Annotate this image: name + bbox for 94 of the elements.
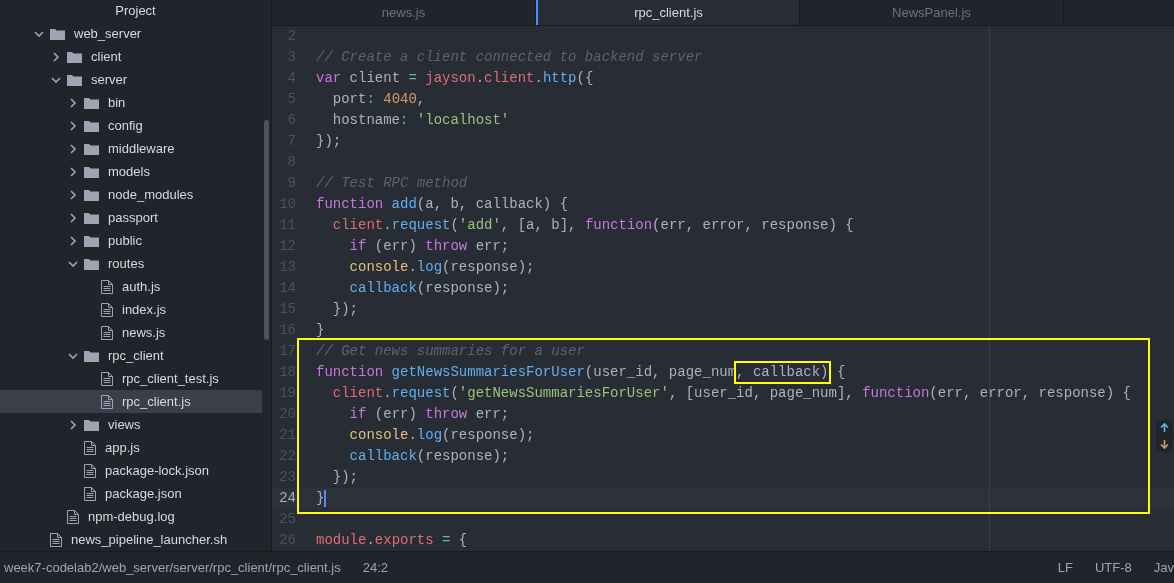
file-icon — [101, 302, 113, 317]
scroll-marker-icon[interactable] — [1156, 419, 1173, 453]
file-icon — [67, 509, 79, 524]
file-icon — [84, 440, 96, 455]
file-icon — [84, 463, 96, 478]
tree-item[interactable]: passport — [0, 206, 262, 229]
folder-icon — [84, 165, 99, 178]
code-line: // Test RPC method — [316, 174, 468, 193]
chevron-right-icon[interactable] — [68, 97, 78, 108]
tree-item[interactable]: news.js — [0, 321, 262, 344]
code-line: { — [835, 363, 846, 382]
code-line: }); — [331, 468, 358, 487]
file-icon — [101, 394, 113, 409]
folder-icon — [84, 418, 99, 431]
chevron-right-icon[interactable] — [68, 235, 78, 246]
tree-item[interactable]: bin — [0, 91, 262, 114]
tree-item[interactable]: rpc_client — [0, 344, 262, 367]
code-line: hostname: 'localhost' — [331, 111, 510, 130]
folder-icon — [84, 188, 99, 201]
code-line: }); — [331, 300, 358, 319]
chevron-right-icon[interactable] — [68, 419, 78, 430]
chevron-down-icon[interactable] — [68, 350, 78, 361]
folder-icon — [84, 257, 99, 270]
chevron-right-icon[interactable] — [68, 189, 78, 200]
tree-item[interactable]: server — [0, 68, 262, 91]
tree-item[interactable]: middleware — [0, 137, 262, 160]
code-line: port: 4040, — [331, 90, 426, 109]
code-line: callback(response); — [348, 279, 510, 298]
tree-item[interactable]: app.js — [0, 436, 262, 459]
tree-item[interactable]: package-lock.json — [0, 459, 262, 482]
folder-icon — [84, 119, 99, 132]
folder-icon — [84, 349, 99, 362]
file-encoding[interactable]: UTF-8 — [1094, 557, 1132, 578]
folder-icon — [84, 142, 99, 155]
code-line: if (err) throw err; — [348, 237, 510, 256]
file-icon — [101, 325, 113, 340]
file-icon — [101, 371, 113, 386]
tree-item[interactable]: index.js — [0, 298, 262, 321]
tree-item[interactable]: config — [0, 114, 262, 137]
tree-item[interactable]: models — [0, 160, 262, 183]
tree-item[interactable]: rpc_client.js — [0, 390, 262, 413]
framed-code: , callback) — [734, 361, 831, 384]
text-cursor — [324, 490, 327, 507]
file-icon — [101, 279, 113, 294]
tree-item[interactable]: routes — [0, 252, 262, 275]
folder-icon — [67, 50, 82, 63]
tree-item[interactable]: node_modules — [0, 183, 262, 206]
line-number: 24 — [278, 489, 296, 508]
chevron-right-icon[interactable] — [68, 120, 78, 131]
code-line: console.log(response); — [348, 426, 535, 445]
chevron-right-icon[interactable] — [68, 143, 78, 154]
code-line: } — [316, 489, 325, 508]
folder-icon — [50, 27, 65, 40]
code-line: var client = jayson.client.http({ — [316, 69, 594, 88]
code-line: }); — [316, 132, 342, 151]
tree-item[interactable]: public — [0, 229, 262, 252]
chevron-down-icon[interactable] — [68, 258, 78, 269]
file-icon — [84, 486, 96, 501]
tree-item[interactable]: npm-debug.log — [0, 505, 262, 528]
folder-icon — [84, 96, 99, 109]
code-line: if (err) throw err; — [348, 405, 510, 424]
code-line: function add(a, b, callback) { — [316, 195, 569, 214]
chevron-down-icon[interactable] — [34, 28, 44, 39]
editor-tab[interactable]: rpc_client.js — [536, 0, 800, 25]
tree-item[interactable]: auth.js — [0, 275, 262, 298]
tree-item[interactable]: rpc_client_test.js — [0, 367, 262, 390]
code-line: module.exports = { — [316, 531, 468, 550]
code-line: // Get news summaries for a user — [316, 342, 585, 361]
file-path[interactable]: week7-codelab2/web_server/server/rpc_client/rpc_client.js — [4, 557, 341, 578]
tree-item[interactable]: views — [0, 413, 262, 436]
chevron-down-icon[interactable] — [51, 74, 61, 85]
tree-item[interactable]: web_server — [0, 22, 262, 45]
file-icon — [50, 532, 62, 547]
code-line: function getNewsSummariesForUser(user_id, page_num — [316, 363, 737, 382]
folder-icon — [84, 211, 99, 224]
folder-icon — [67, 73, 82, 86]
code-line: console.log(response); — [348, 258, 535, 277]
panel-title: Project — [114, 2, 157, 21]
chevron-right-icon[interactable] — [68, 166, 78, 177]
folder-icon — [84, 234, 99, 247]
tree-item[interactable]: package.json — [0, 482, 262, 505]
code-line: } — [316, 321, 325, 340]
chevron-right-icon[interactable] — [51, 51, 61, 62]
scrollbar-thumb[interactable] — [264, 120, 269, 340]
code-line: client.request('getNewsSummariesForUser', [user_id, page_num], function(err, error, response) { — [331, 384, 1131, 403]
code-line: client.request('add', [a, b], function(err, error, response) { — [331, 216, 854, 235]
tree-item[interactable]: news_pipeline_launcher.sh — [0, 528, 262, 551]
tree-item[interactable]: client — [0, 45, 262, 68]
grammar-label[interactable]: Jav — [1153, 557, 1174, 578]
chevron-right-icon[interactable] — [68, 212, 78, 223]
line-ending[interactable]: LF — [1057, 557, 1073, 578]
code-line: callback(response); — [348, 447, 510, 466]
code-line: // Create a client connected to backend server — [316, 48, 703, 67]
cursor-position[interactable]: 24:2 — [362, 557, 389, 578]
